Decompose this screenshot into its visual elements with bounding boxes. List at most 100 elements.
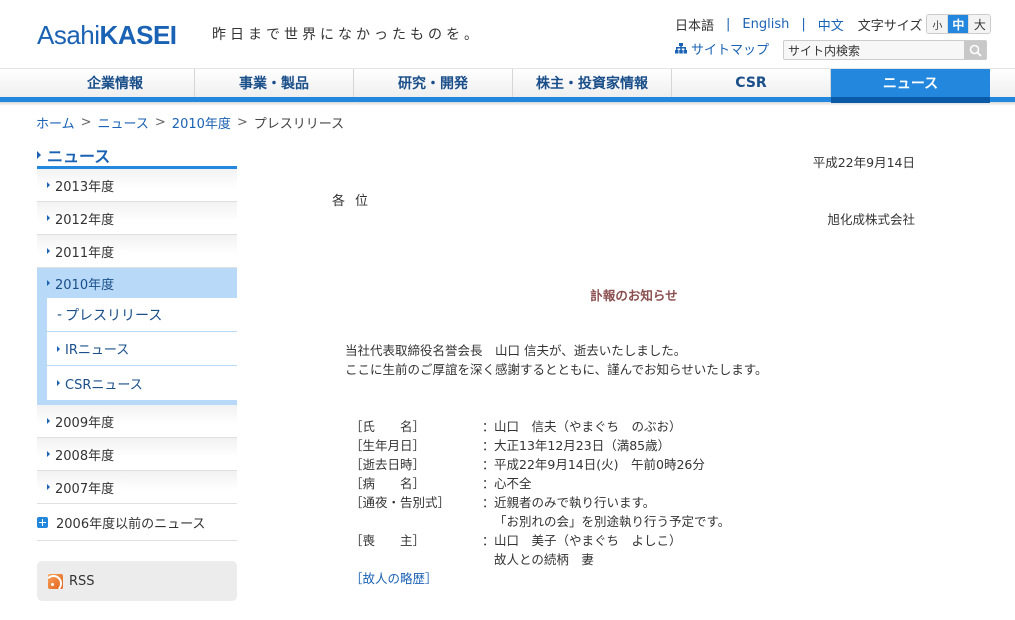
- sidebar-item-2008[interactable]: 2008年度: [37, 438, 237, 471]
- release-date: 平成22年9月14日: [812, 155, 915, 170]
- detail-label: ［逝去日時］: [350, 457, 426, 472]
- nav-news[interactable]: ニュース: [831, 69, 990, 103]
- breadcrumb-current: プレスリリース: [253, 117, 345, 132]
- arrow-right-icon: [47, 248, 50, 254]
- detail-row-death: ［逝去日時］ ： 平成22年9月14日(火) 午前0時26分: [350, 455, 730, 474]
- dash-icon: -: [57, 306, 63, 323]
- detail-label: ［生年月日］: [350, 438, 426, 453]
- breadcrumb: ホーム > ニュース > 2010年度 > プレスリリース: [36, 113, 344, 132]
- font-size-large-button[interactable]: 大: [969, 15, 991, 33]
- lang-english[interactable]: English: [742, 17, 789, 32]
- sidebar-item-2009[interactable]: 2009年度: [37, 405, 237, 438]
- sidebar-title[interactable]: ニュース: [37, 143, 237, 169]
- biography-link[interactable]: ［故人の略歴］: [350, 569, 438, 588]
- detail-row-name: ［氏 名］ ： 山口 信夫（やまぐち のぶお）: [350, 417, 730, 436]
- nav-investors[interactable]: 株主・投資家情報: [513, 69, 672, 97]
- lang-chinese[interactable]: 中文: [818, 15, 844, 34]
- lang-separator: |: [726, 16, 731, 32]
- sidebar-item-2010[interactable]: 2010年度: [37, 268, 237, 298]
- rss-icon: [48, 573, 63, 589]
- sitemap-link[interactable]: サイトマップ: [675, 39, 769, 58]
- sidebar-item-2012[interactable]: 2012年度: [37, 202, 237, 235]
- font-size-small-button[interactable]: 小: [927, 15, 949, 33]
- breadcrumb-separator: >: [80, 115, 92, 130]
- addressee: 各位: [332, 194, 379, 209]
- sidebar-item-label: 2011年度: [55, 245, 115, 261]
- site-header: AsahiKASEI 昨日まで世界になかったものを。 日本語 | English…: [0, 0, 1015, 68]
- detail-row-funeral-cont: 「お別れの会」を別途執り行う予定です。: [350, 512, 730, 531]
- breadcrumb-separator: >: [236, 115, 248, 130]
- sidebar-item-2011[interactable]: 2011年度: [37, 235, 237, 268]
- detail-value: 山口 美子（やまぐち よしこ）: [494, 533, 682, 548]
- sidebar-item-label: 2009年度: [55, 415, 115, 431]
- font-size-label: 文字サイズ: [857, 18, 923, 34]
- site-search: [783, 40, 987, 60]
- sidebar-subitem-label: IRニュース: [65, 343, 130, 358]
- nav-csr[interactable]: CSR: [672, 69, 831, 97]
- detail-value: 平成22年9月14日(火) 午前0時26分: [494, 457, 705, 472]
- arrow-right-icon: [57, 345, 60, 352]
- detail-value: 近親者のみで執り行います。: [494, 495, 656, 510]
- search-button[interactable]: [964, 41, 986, 59]
- sidebar-subitem-label: CSRニュース: [65, 377, 143, 393]
- detail-value: 心不全: [494, 476, 532, 491]
- sidebar-subitem-label: プレスリリース: [65, 307, 163, 324]
- tagline: 昨日まで世界になかったものを。: [212, 27, 482, 43]
- detail-value: 山口 信夫（やまぐち のぶお）: [494, 419, 682, 434]
- sidebar: ニュース 2013年度 2012年度 2011年度 2010年度 - プレスリリ…: [37, 143, 237, 601]
- detail-colon: ：: [482, 476, 495, 491]
- nav-corporate-info[interactable]: 企業情報: [36, 69, 195, 97]
- nav-business-products[interactable]: 事業・製品: [195, 69, 354, 97]
- detail-row-biography: ［故人の略歴］: [350, 569, 730, 588]
- sidebar-group-2010: 2010年度 - プレスリリース IRニュース CSRニュース: [37, 268, 237, 405]
- sitemap-label: サイトマップ: [691, 43, 770, 58]
- detail-colon: ：: [482, 438, 495, 453]
- intro-line: ここに生前のご厚誼を深く感謝するとともに、謹んでお知らせいたします。: [345, 362, 768, 377]
- breadcrumb-separator: >: [154, 115, 166, 130]
- detail-value: 「お別れの会」を別途執り行う予定です。: [494, 514, 731, 529]
- logo-text-asahi: Asahi: [37, 20, 100, 50]
- detail-row-funeral: ［通夜・告別式］ ： 近親者のみで執り行います。: [350, 493, 730, 512]
- plus-icon: [37, 516, 48, 528]
- detail-row-chief-mourner-cont: 故人との続柄 妻: [350, 550, 730, 569]
- arrow-right-icon: [47, 484, 50, 490]
- sidebar-item-2007[interactable]: 2007年度: [37, 471, 237, 504]
- sidebar-item-2013[interactable]: 2013年度: [37, 169, 237, 202]
- sidebar-subitems: - プレスリリース IRニュース CSRニュース: [47, 298, 237, 400]
- sidebar-subitem-csr-news[interactable]: CSRニュース: [47, 366, 237, 400]
- breadcrumb-news[interactable]: ニュース: [98, 113, 149, 132]
- rss-link[interactable]: RSS: [37, 561, 237, 601]
- search-input[interactable]: [784, 41, 964, 59]
- sidebar-subitem-press-release[interactable]: - プレスリリース: [47, 298, 237, 332]
- sidebar-item-label: 2008年度: [55, 448, 115, 464]
- detail-value: 大正13年12月23日（満85歳）: [494, 438, 671, 453]
- breadcrumb-home[interactable]: ホーム: [36, 113, 75, 132]
- sidebar-item-older-news[interactable]: 2006年度以前のニュース: [37, 504, 237, 541]
- sidebar-item-label: 2006年度以前のニュース: [56, 516, 206, 532]
- breadcrumb-2010[interactable]: 2010年度: [172, 113, 231, 132]
- detail-label: ［病 名］: [350, 476, 426, 491]
- arrow-right-icon: [47, 280, 50, 286]
- sidebar-subitem-ir-news[interactable]: IRニュース: [47, 332, 237, 366]
- sidebar-title-label: ニュース: [47, 146, 111, 166]
- detail-row-chief-mourner: ［喪 主］ ： 山口 美子（やまぐち よしこ）: [350, 531, 730, 550]
- language-bar: 日本語 | English | 中文 文字サイズ 小 中 大: [675, 14, 992, 34]
- arrow-right-icon: [47, 215, 50, 221]
- details-list: ［氏 名］ ： 山口 信夫（やまぐち のぶお） ［生年月日］ ： 大正13年12…: [350, 417, 730, 588]
- intro-line: 当社代表取締役名誉会長 山口 信夫が、逝去いたしました。: [345, 343, 687, 358]
- asahi-kasei-logo[interactable]: AsahiKASEI: [37, 20, 177, 50]
- lang-japanese[interactable]: 日本語: [675, 15, 714, 34]
- search-icon: [969, 44, 982, 57]
- sidebar-item-label: 2013年度: [55, 179, 115, 195]
- detail-row-birthdate: ［生年月日］ ： 大正13年12月23日（満85歳）: [350, 436, 730, 455]
- company-name: 旭化成株式会社: [827, 212, 915, 227]
- intro-text: 当社代表取締役名誉会長 山口 信夫が、逝去いたしました。 ここに生前のご厚誼を深…: [345, 341, 768, 379]
- nav-research-development[interactable]: 研究・開発: [354, 69, 513, 97]
- font-size-medium-button[interactable]: 中: [948, 15, 970, 33]
- detail-colon: ：: [482, 495, 495, 510]
- sidebar-item-label: 2010年度: [55, 277, 115, 293]
- logo-text-kasei: KASEI: [99, 20, 177, 50]
- detail-colon: ：: [482, 419, 495, 434]
- detail-label: ［氏 名］: [350, 419, 426, 434]
- arrow-right-icon: [47, 451, 50, 457]
